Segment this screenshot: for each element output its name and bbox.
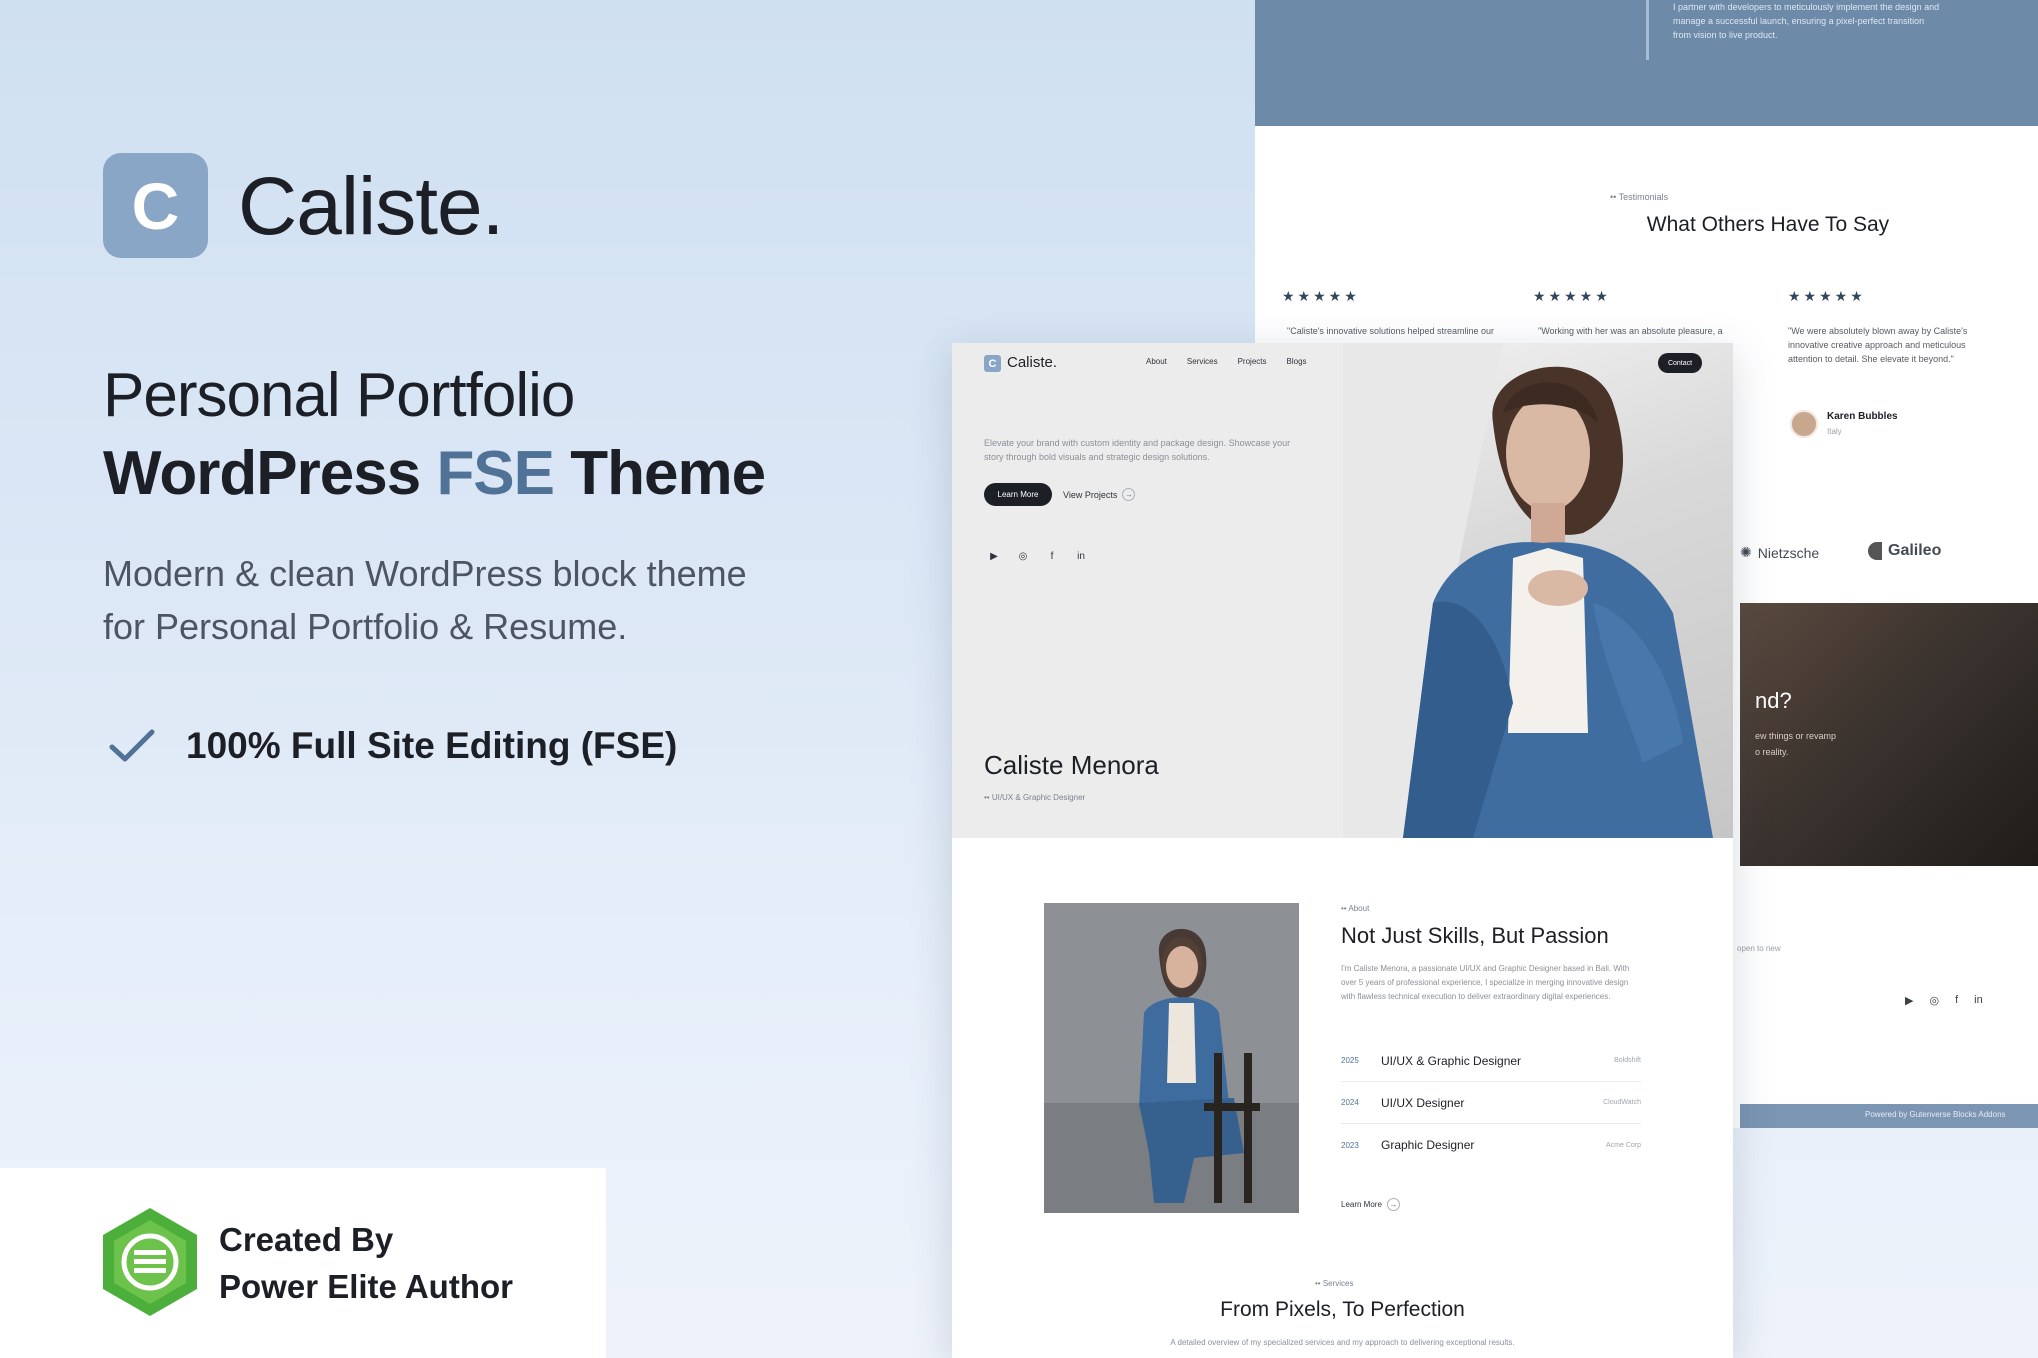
site-nav: About Services Projects Blogs (1146, 357, 1307, 366)
nav-services[interactable]: Services (1187, 357, 1218, 366)
reviewer-location: Italy (1827, 427, 1842, 436)
testimonial-quote-3: "We were absolutely blown away by Calist… (1788, 326, 1968, 364)
experience-row: 2025 UI/UX & Graphic Designer Boldshift (1341, 1040, 1641, 1082)
job-title: Graphic Designer (1381, 1138, 1475, 1152)
power-elite-hexagon-icon (103, 1208, 197, 1316)
client-logo-galileo: Galileo (1868, 542, 1941, 560)
job-company: CloudWatch (1603, 1099, 1641, 1106)
hero-name: Caliste Menora (984, 750, 1159, 780)
checkmark-icon (109, 729, 155, 762)
nav-about[interactable]: About (1146, 357, 1167, 366)
about-portrait-photo (1044, 903, 1299, 1213)
services-title: From Pixels, To Perfection (1220, 1298, 1465, 1321)
subtitle-line1: Modern & clean WordPress block theme (103, 553, 747, 594)
cta-question: nd? (1755, 688, 1792, 713)
job-year: 2023 (1341, 1140, 1359, 1150)
subtitle: Modern & clean WordPress block theme for… (103, 547, 783, 653)
hero-portrait-photo: Contact (1343, 343, 1733, 838)
open-text: open to new (1737, 944, 1781, 953)
rating-stars-3: ★★★★★ (1788, 288, 1866, 304)
instagram-icon[interactable]: ◎ (1929, 994, 1939, 1007)
client-name: Nietzsche (1757, 544, 1820, 561)
testimonial-quote-1: "Caliste's innovative solutions helped s… (1287, 326, 1495, 336)
about-title: Not Just Skills, But Passion (1341, 923, 1609, 948)
job-title: UI/UX & Graphic Designer (1381, 1053, 1522, 1068)
arrow-right-icon: → (1386, 1198, 1400, 1211)
testimonial-quote-2: "Working with her was an absolute pleasu… (1538, 326, 1723, 336)
nav-blogs[interactable]: Blogs (1287, 357, 1307, 366)
subtitle-line2: for Personal Portfolio & Resume. (103, 606, 628, 647)
site-logo-icon[interactable]: C (984, 355, 1001, 372)
linkedin-icon[interactable]: in (1075, 551, 1087, 562)
client-logo-nietzsche: ✺ Nietzsche (1740, 544, 1819, 561)
client-name: Galileo (1888, 542, 1942, 559)
instagram-icon[interactable]: ◎ (1017, 551, 1029, 562)
view-projects-link[interactable]: View Projects → (1063, 488, 1136, 501)
hero-intro: Elevate your brand with custom identity … (984, 438, 1291, 462)
about-learn-more-label: Learn More (1341, 1200, 1382, 1209)
back-hero-divider (1646, 0, 1649, 60)
front-page-mockup: C Caliste. About Services Projects Blogs… (952, 343, 1733, 1358)
services-tag: •• Services (1315, 1279, 1354, 1288)
job-year: 2024 (1341, 1098, 1359, 1107)
reviewer-name: Karen Bubbles (1827, 411, 1898, 422)
brand-logo-icon: C (103, 153, 208, 258)
about-tag: •• About (1341, 904, 1370, 913)
about-text: I'm Caliste Menora, a passionate UI/UX a… (1341, 964, 1630, 1001)
headline-fse: FSE (436, 439, 555, 508)
facebook-icon[interactable]: f (1955, 994, 1958, 1007)
brand-name: Caliste. (238, 161, 504, 252)
learn-more-button[interactable]: Learn More (984, 483, 1052, 506)
created-by-line2: Power Elite Author (219, 1268, 513, 1305)
testimonials-tag: •• Testimonials (1610, 192, 1669, 202)
sun-icon: ✺ (1740, 544, 1752, 560)
youtube-icon[interactable]: ▶ (1905, 994, 1913, 1007)
job-year: 2025 (1341, 1056, 1359, 1065)
arrow-right-icon: → (1122, 488, 1136, 501)
rating-stars-1: ★★★★★ (1282, 288, 1360, 304)
cta-text-line2: o reality. (1755, 747, 1789, 757)
cta-text: ew things or revamp o reality. (1755, 728, 1836, 760)
hero-social-links: ▶ ◎ f in (988, 551, 1087, 562)
testimonials-title: What Others Have To Say (1646, 213, 1890, 236)
seated-portrait-illustration (1044, 903, 1299, 1213)
back-hero-text: I partner with developers to meticulousl… (1673, 2, 1940, 40)
youtube-icon[interactable]: ▶ (988, 551, 1000, 562)
contact-button[interactable]: Contact (1658, 353, 1702, 373)
feature-label: 100% Full Site Editing (FSE) (186, 725, 678, 766)
job-company: Acme Corp (1605, 1141, 1641, 1149)
job-title: UI/UX Designer (1381, 1095, 1465, 1110)
portrait-illustration (1343, 343, 1713, 838)
logo-letter: C (131, 168, 180, 243)
linkedin-icon[interactable]: in (1974, 994, 1983, 1007)
view-projects-label: View Projects (1063, 489, 1118, 500)
headline-line2: WordPress FSE Theme (103, 438, 766, 509)
facebook-icon[interactable]: f (1046, 551, 1058, 562)
services-text: A detailed overview of my specialized se… (1170, 1338, 1515, 1347)
nav-projects[interactable]: Projects (1238, 357, 1267, 366)
headline-theme: Theme (570, 439, 766, 508)
half-circle-icon (1868, 542, 1882, 560)
back-social-links: ▶ ◎ f in (1905, 994, 1983, 1007)
back-footer-text: Powered by Gutenverse Blocks Addons (1865, 1110, 2006, 1119)
created-by-line1: Created By (219, 1221, 394, 1258)
experience-row: 2023 Graphic Designer Acme Corp (1341, 1124, 1641, 1166)
created-by: Created By Power Elite Author (219, 1216, 513, 1310)
hero-role: •• UI/UX & Graphic Designer (984, 793, 1086, 802)
about-learn-more-link[interactable]: Learn More → (1341, 1198, 1400, 1211)
site-logo-name[interactable]: Caliste. (1007, 354, 1057, 371)
headline-line1: Personal Portfolio (103, 361, 575, 430)
avatar (1790, 410, 1818, 438)
experience-row: 2024 UI/UX Designer CloudWatch (1341, 1082, 1641, 1124)
site-logo-letter: C (988, 357, 997, 370)
rating-stars-2: ★★★★★ (1533, 288, 1611, 304)
cta-text-line1: ew things or revamp (1755, 731, 1837, 741)
job-company: Boldshift (1614, 1057, 1641, 1064)
headline-wordpress: WordPress (103, 439, 421, 508)
feature-row: 100% Full Site Editing (FSE) (108, 725, 677, 767)
